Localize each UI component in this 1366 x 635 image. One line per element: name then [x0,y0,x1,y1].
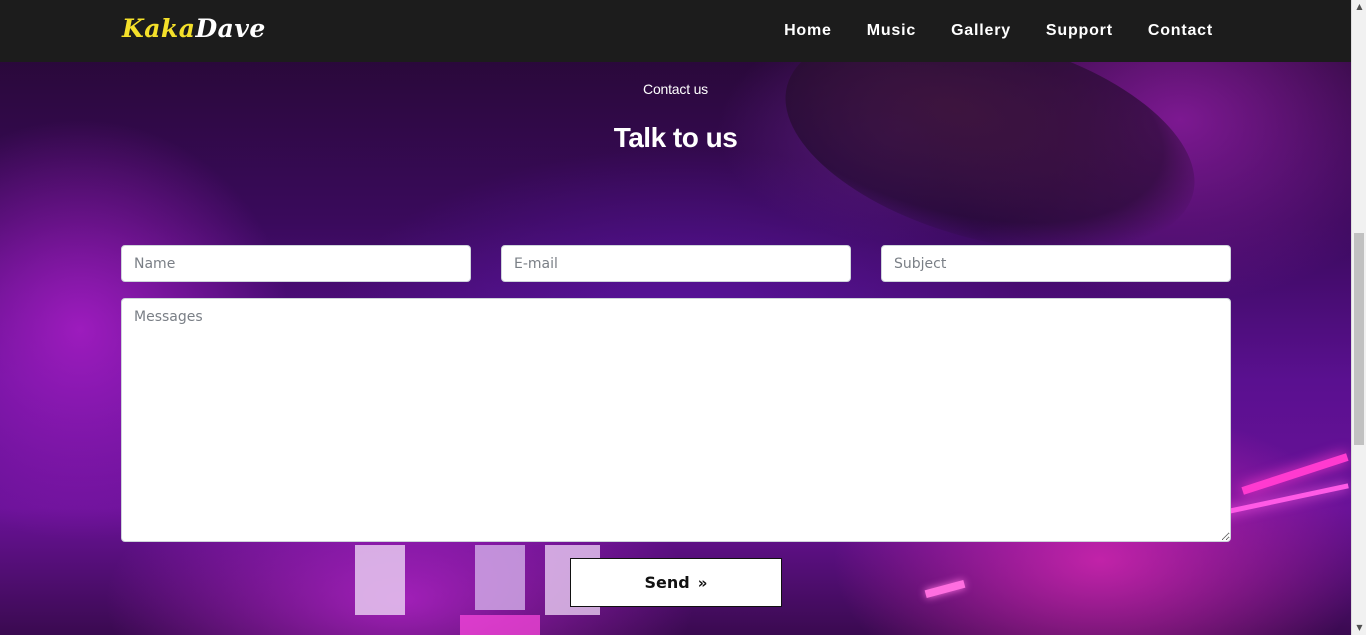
brand-logo-part1: Kaka [122,14,196,43]
email-input[interactable] [501,245,851,282]
page-scrollbar[interactable]: ▲ ▼ [1351,0,1366,635]
scroll-up-arrow-icon[interactable]: ▲ [1352,0,1366,14]
nav-item-contact[interactable]: Contact [1148,22,1213,40]
section-subtitle: Contact us [643,81,708,97]
send-button-label: Send [644,573,690,592]
navbar: KakaDave Home Music Gallery Support Cont… [0,0,1351,62]
send-button[interactable]: Send » [570,558,782,607]
nav-item-support[interactable]: Support [1046,22,1113,40]
scroll-down-arrow-icon[interactable]: ▼ [1352,621,1366,635]
section-title: Talk to us [613,122,738,153]
nav-links: Home Music Gallery Support Contact [749,0,1213,62]
message-textarea[interactable] [121,298,1231,542]
name-input[interactable] [121,245,471,282]
nav-item-gallery[interactable]: Gallery [951,22,1011,40]
subject-input[interactable] [881,245,1231,282]
contact-section: Contact us Talk to us Send » [0,62,1351,635]
nav-item-music[interactable]: Music [867,22,916,40]
brand-logo-part2: Dave [195,14,266,43]
nav-item-home[interactable]: Home [784,22,832,40]
scrollbar-thumb[interactable] [1354,233,1364,445]
brand-logo[interactable]: KakaDave [122,14,266,43]
double-chevron-right-icon: » [697,573,708,592]
